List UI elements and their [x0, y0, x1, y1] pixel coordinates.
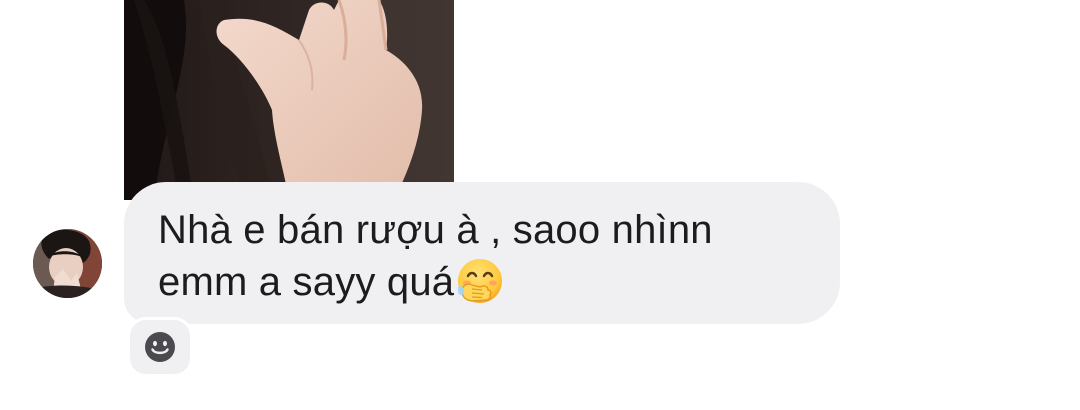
sender-avatar[interactable]	[33, 229, 102, 298]
smiley-icon	[145, 332, 175, 362]
message-text: Nhà e bán rượu à , saoo nhìnn emm a sayy…	[158, 204, 806, 308]
shared-photo[interactable]	[124, 0, 454, 200]
chat-screen: Nhà e bán rượu à , saoo nhìnn emm a sayy…	[0, 0, 1080, 410]
add-reaction-button[interactable]	[130, 320, 190, 374]
photo-image	[124, 0, 454, 200]
avatar-image	[33, 229, 102, 298]
message-bubble[interactable]: Nhà e bán rượu à , saoo nhìnn emm a sayy…	[124, 182, 840, 324]
message-line-1: Nhà e bán rượu à , saoo nhìnn	[158, 208, 713, 252]
message-line-2: emm a sayy quá	[158, 260, 455, 304]
face-with-hand-over-mouth-icon	[456, 257, 504, 305]
